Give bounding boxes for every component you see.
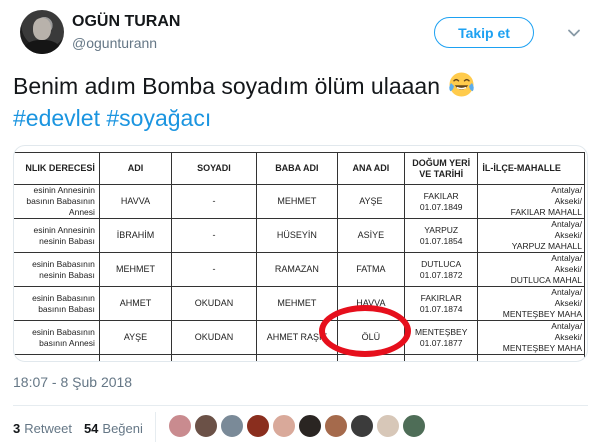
liker-avatar-4[interactable]	[246, 414, 270, 438]
liker-avatar-3[interactable]	[220, 414, 244, 438]
cell-surname: OKUDAN	[171, 286, 257, 321]
liker-avatar-8[interactable]	[350, 414, 374, 438]
cell-birth-place-date: DUTLUCA 01.07.1872	[403, 252, 479, 287]
like-count-label: Beğeni	[102, 420, 143, 436]
cell-first-name: ESE	[98, 354, 173, 361]
tweet-stats: 3 Retweet 54 Beğeni	[13, 410, 155, 446]
cell-location: Antalya/Akseki/MENTEŞBEY MAHA	[477, 286, 585, 321]
cell-father-name: MEHMET	[255, 184, 338, 219]
cell-birth-place-date: YARPUZ	[403, 354, 479, 361]
user-display-name[interactable]: OGÜN TURAN	[72, 13, 180, 31]
tweet-header: OGÜN TURAN @ogunturann Takip et	[0, 0, 601, 70]
cell-relation: esinin Annesinin basının Babasının Annesi	[14, 184, 100, 219]
like-count-value: 54	[83, 420, 99, 436]
tweet-text: Benim adım Bomba soyadım ölüm ulaaan #ed…	[13, 70, 588, 134]
cell-first-name: AHMET	[98, 286, 173, 321]
user-handle[interactable]: @ogunturann	[72, 35, 157, 51]
table-row: esinin AnnesininESEKIRTAN YARPUZAntalya/	[14, 354, 585, 361]
follow-button[interactable]: Takip et	[434, 17, 534, 48]
hashtag-link-edevlet[interactable]: #edevlet	[13, 105, 100, 131]
column-header: SOYADI	[171, 152, 257, 185]
cell-surname: -	[171, 252, 257, 287]
cell-first-name: AYŞE	[98, 320, 173, 355]
avatar-shoulders	[24, 40, 60, 54]
cell-father-name: MEHMET	[255, 286, 338, 321]
tweet-body: Benim adım Bomba soyadım ölüm ulaaan	[13, 70, 588, 102]
liker-avatar-5[interactable]	[272, 414, 296, 438]
cell-surname: -	[171, 184, 257, 219]
table-row: esinin Annesinin nesinin Babası İBRAHİM - HÜ…	[14, 218, 585, 253]
cell-mother-name: ASİYE	[336, 218, 405, 253]
liker-avatars	[168, 414, 428, 438]
cell-surname: -	[171, 218, 257, 253]
column-header: DOĞUM YERİ VE TARİHİ	[403, 152, 479, 185]
table-row: esinin Babasının basının Annesi AYŞE OKUDAN…	[14, 320, 585, 355]
cell-father-name: HÜSEYİN	[255, 218, 338, 253]
retweet-count[interactable]: 3 Retweet	[13, 421, 72, 436]
cell-father-name	[255, 354, 338, 361]
cell-birth-place-date: YARPUZ 01.07.1854	[403, 218, 479, 253]
like-count[interactable]: 54 Beğeni	[84, 421, 143, 436]
tweet-body-text: Benim adım Bomba soyadım ölüm ulaaan	[13, 73, 440, 99]
table-row: esinin Annesinin basının Babasının Annesi H…	[14, 184, 585, 219]
avatar-face	[33, 18, 51, 40]
column-header: NLIK DERECESİ	[14, 152, 100, 185]
cell-first-name: HAVVA	[98, 184, 173, 219]
column-header: BABA ADI	[255, 152, 338, 185]
stats-separator	[155, 412, 156, 442]
cell-father-name: RAMAZAN	[255, 252, 338, 287]
retweet-count-label: Retweet	[24, 420, 72, 436]
cell-relation: esinin Babasının nesinin Babası	[14, 252, 100, 287]
cell-location: Antalya/Akseki/DUTLUCA MAHAL	[477, 252, 585, 287]
retweet-count-value: 3	[13, 420, 21, 436]
liker-avatar-2[interactable]	[194, 414, 218, 438]
table-row: esinin Babasının basının Babası AHMET OKUDA…	[14, 286, 585, 321]
cell-first-name: İBRAHİM	[98, 218, 173, 253]
table-row: esinin Babasının nesinin Babası MEHMET - RAM…	[14, 252, 585, 287]
liker-avatar-7[interactable]	[324, 414, 348, 438]
hashtag-link-soyagaci[interactable]: #soyağacı	[106, 105, 211, 131]
cell-surname: OKUDAN	[171, 320, 257, 355]
cell-birth-place-date: MENTEŞBEY 01.07.1877	[403, 320, 479, 355]
table-body: esinin Annesinin basının Babasının Annesi H…	[14, 184, 585, 361]
genealogy-table: NLIK DERECESİ ADI SOYADI BABA ADI ANA AD…	[14, 152, 585, 361]
cell-relation: esinin Annesinin nesinin Babası	[14, 218, 100, 253]
red-highlight-circle	[319, 305, 411, 357]
tweet-media-image[interactable]: NLIK DERECESİ ADI SOYADI BABA ADI ANA AD…	[13, 145, 588, 362]
divider	[13, 405, 588, 406]
tweet-timestamp[interactable]: 18:07 - 8 Şub 2018	[13, 374, 132, 390]
chevron-down-icon[interactable]	[566, 25, 582, 41]
cell-location: Antalya/Akseki/MENTEŞBEY MAHA	[477, 320, 585, 355]
cell-mother-name: AYŞE	[336, 184, 405, 219]
cell-birth-place-date: FAKIRLAR 01.07.1874	[403, 286, 479, 321]
liker-avatar-1[interactable]	[168, 414, 192, 438]
cell-location: Antalya/	[477, 354, 585, 361]
table-header-row: NLIK DERECESİ ADI SOYADI BABA ADI ANA AD…	[14, 152, 585, 185]
cell-surname: KIRTAN	[171, 354, 257, 361]
face-with-tears-of-joy-emoji-icon	[449, 72, 475, 97]
column-header: ANA ADI	[336, 152, 405, 185]
liker-avatar-6[interactable]	[298, 414, 322, 438]
column-header: İL-İLÇE-MAHALLE	[477, 152, 585, 185]
user-avatar[interactable]	[20, 10, 64, 54]
cell-location: Antalya/Akseki/YARPUZ MAHALL	[477, 218, 585, 253]
liker-avatar-10[interactable]	[402, 414, 426, 438]
cell-first-name: MEHMET	[98, 252, 173, 287]
liker-avatar-9[interactable]	[376, 414, 400, 438]
cell-relation: esinin Annesinin	[14, 354, 100, 361]
cell-mother-name: FATMA	[336, 252, 405, 287]
genealogy-table-photo: NLIK DERECESİ ADI SOYADI BABA ADI ANA AD…	[14, 146, 587, 361]
column-header: ADI	[98, 152, 173, 185]
hashtag-line: #edevlet #soyağacı	[13, 102, 588, 134]
cell-relation: esinin Babasının basının Babası	[14, 286, 100, 321]
cell-location: Antalya/Akseki/FAKILAR MAHALL	[477, 184, 585, 219]
cell-birth-place-date: FAKILAR 01.07.1849	[403, 184, 479, 219]
cell-relation: esinin Babasının basının Annesi	[14, 320, 100, 355]
